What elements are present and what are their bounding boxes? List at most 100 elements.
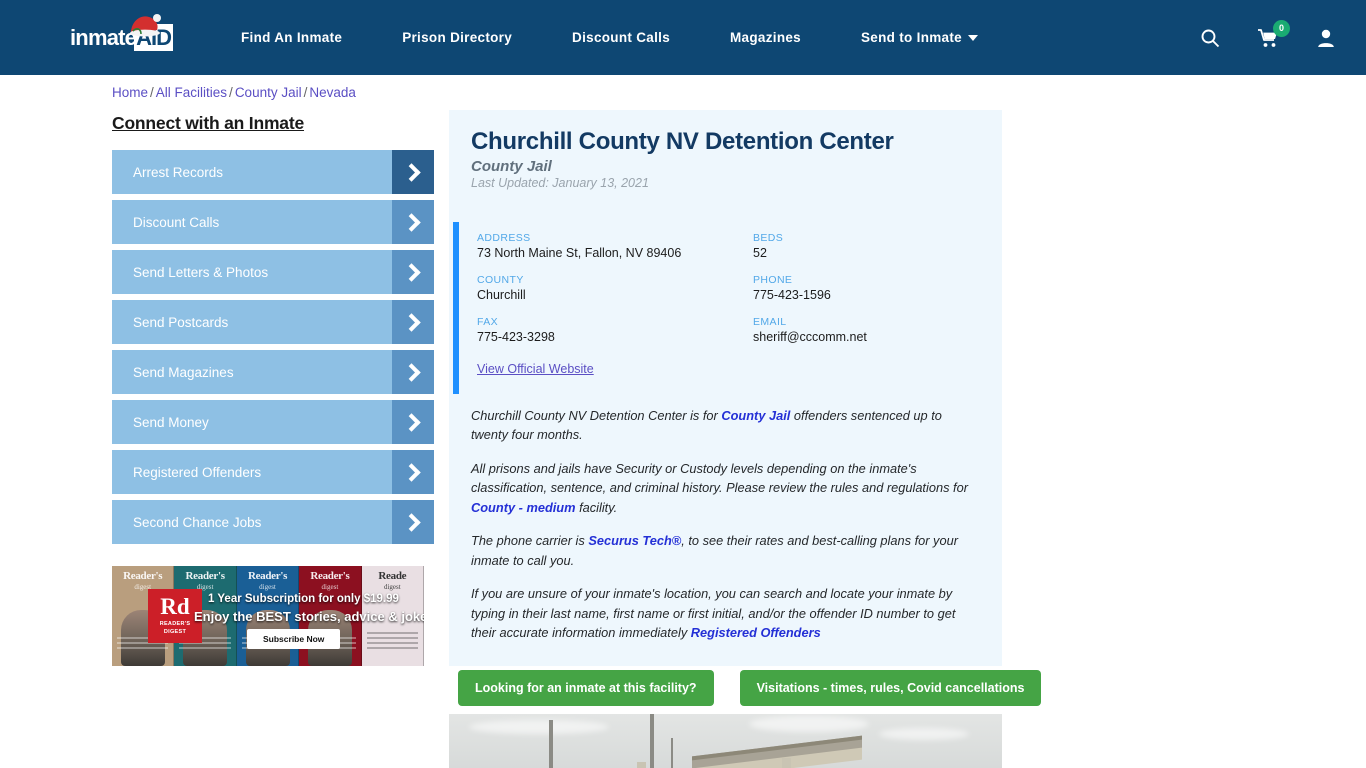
ad-cover-title: Reader's [185, 570, 225, 582]
breadcrumb-item-county-jail[interactable]: County Jail [235, 85, 302, 100]
chevron-right-icon [392, 500, 434, 544]
top-navbar: inmateAID Find An Inmate Prison Director… [0, 0, 1366, 75]
info-label: PHONE [753, 274, 793, 286]
sidebar-item-discount-calls[interactable]: Discount Calls [112, 200, 434, 244]
sidebar-heading: Connect with an Inmate [112, 113, 305, 133]
info-label: COUNTY [477, 274, 524, 286]
ad-cover-title: Reader's [247, 570, 288, 582]
sidebar-item-registered-offenders[interactable]: Registered Offenders [112, 450, 434, 494]
nav-item-send-to-inmate-label: Send to Inmate [861, 30, 962, 45]
description-text: The phone carrier is [471, 533, 589, 549]
ad-cover-title: Reader's [310, 570, 350, 582]
link-county-medium[interactable]: County - medium [471, 500, 576, 515]
facility-description: Churchill County NV Detention Center is … [449, 392, 1002, 652]
sidebar-item-second-chance-jobs[interactable]: Second Chance Jobs [112, 500, 434, 544]
chevron-down-icon [967, 35, 978, 42]
chevron-right-icon [392, 300, 434, 344]
cart-count-badge: 0 [1273, 19, 1290, 37]
info-label: BEDS [753, 232, 784, 244]
visitations-button[interactable]: Visitations - times, rules, Covid cancel… [739, 670, 1042, 706]
cart-icon[interactable]: 0 [1256, 19, 1290, 50]
info-label: EMAIL [753, 316, 787, 328]
logo-text: inmateAID [70, 23, 173, 51]
chevron-right-icon [392, 450, 434, 494]
cta-button-row: Looking for an inmate at this facility? … [458, 670, 1042, 706]
page-title: Churchill County NV Detention Center [471, 128, 894, 155]
nav-item-prison-directory[interactable]: Prison Directory [402, 30, 512, 45]
facility-type: County Jail [471, 158, 552, 175]
info-value: 775-423-3298 [477, 330, 555, 344]
ad-subheadline: Enjoy the BEST stories, advice & jokes! [194, 609, 424, 624]
sidebar-item-arrest-records[interactable]: Arrest Records [112, 150, 434, 194]
description-paragraph-1: Churchill County NV Detention Center is … [471, 406, 982, 445]
site-logo[interactable]: inmateAID [70, 13, 185, 58]
info-field-address: ADDRESS 73 North Maine St, Fallon, NV 89… [477, 232, 753, 260]
chevron-right-icon [392, 350, 434, 394]
sidebar-item-label: Send Postcards [133, 314, 229, 330]
chevron-right-icon [392, 250, 434, 294]
description-text: All prisons and jails have Security or C… [471, 460, 968, 496]
facility-panel: Churchill County NV Detention Center Cou… [449, 110, 1002, 667]
description-paragraph-4: If you are unsure of your inmate's locat… [471, 584, 982, 642]
ad-cover-title: Reader's [123, 570, 163, 582]
info-accent-bar [453, 222, 459, 394]
view-official-website-link[interactable]: View Official Website [477, 362, 594, 376]
sidebar-item-label: Arrest Records [133, 164, 224, 180]
ad-cover-title: Reade [378, 570, 407, 582]
description-paragraph-2: All prisons and jails have Security or C… [471, 459, 982, 517]
last-updated-text: Last Updated: January 13, 2021 [471, 176, 649, 190]
chevron-right-icon [392, 400, 434, 444]
info-field-beds: BEDS 52 [753, 232, 1002, 260]
ad-cover-subtitle: digest [321, 583, 339, 591]
breadcrumb-separator: / [229, 85, 233, 100]
nav-icon-group: 0 [1198, 19, 1338, 50]
breadcrumb: Home / All Facilities / County Jail / Nevada [112, 85, 356, 100]
info-value: 73 North Maine St, Fallon, NV 89406 [477, 246, 682, 260]
info-field-fax: FAX 775-423-3298 [477, 316, 753, 344]
chevron-right-icon [392, 200, 434, 244]
sidebar-item-send-letters-photos[interactable]: Send Letters & Photos [112, 250, 434, 294]
ad-logo-mark: Rd [160, 594, 190, 620]
info-field-phone: PHONE 775-423-1596 [753, 274, 1002, 302]
breadcrumb-separator: / [150, 85, 154, 100]
sidebar-item-label: Second Chance Jobs [133, 514, 262, 530]
link-registered-offenders[interactable]: Registered Offenders [691, 625, 821, 640]
info-value: 52 [753, 246, 767, 260]
user-icon[interactable] [1314, 26, 1338, 50]
sidebar-item-send-magazines[interactable]: Send Magazines [112, 350, 434, 394]
description-text: facility. [575, 499, 618, 515]
description-paragraph-3: The phone carrier is Securus Tech®, to s… [471, 531, 982, 570]
nav-item-send-to-inmate[interactable]: Send to Inmate [861, 30, 978, 45]
link-county-jail[interactable]: County Jail [721, 408, 790, 423]
ad-cover-subtitle: digest [383, 583, 401, 591]
chevron-right-icon [392, 150, 434, 194]
sidebar-item-label: Send Magazines [133, 364, 234, 380]
sidebar-item-send-money[interactable]: Send Money [112, 400, 434, 444]
sidebar-item-label: Registered Offenders [133, 464, 262, 480]
info-value: sheriff@cccomm.net [753, 330, 867, 344]
ad-subscribe-button[interactable]: Subscribe Now [247, 629, 341, 649]
info-field-email: EMAIL sheriff@cccomm.net [753, 316, 1002, 344]
sidebar-item-send-postcards[interactable]: Send Postcards [112, 300, 434, 344]
description-text: Churchill County NV Detention Center is … [471, 408, 722, 423]
nav-item-magazines[interactable]: Magazines [730, 30, 801, 45]
info-label: FAX [477, 316, 499, 328]
nav-item-discount-calls[interactable]: Discount Calls [572, 30, 670, 45]
breadcrumb-item-home[interactable]: Home [112, 85, 148, 100]
sidebar: Connect with an Inmate Arrest Records Di… [112, 113, 434, 550]
breadcrumb-item-all-facilities[interactable]: All Facilities [156, 85, 227, 100]
advertisement-banner[interactable]: Reader's digest Reader's digest Reader's… [112, 566, 424, 666]
breadcrumb-item-nevada[interactable]: Nevada [309, 85, 356, 100]
find-inmate-button[interactable]: Looking for an inmate at this facility? [458, 670, 714, 706]
info-label: ADDRESS [477, 232, 531, 244]
sidebar-item-label: Discount Calls [133, 214, 220, 230]
link-securus-tech[interactable]: Securus Tech® [588, 533, 681, 548]
ad-headline: 1 Year Subscription for only $19.99 [208, 593, 399, 605]
search-icon[interactable] [1198, 26, 1222, 50]
primary-nav: Find An Inmate Prison Directory Discount… [241, 30, 1140, 45]
logo-secondary-text: AID [134, 23, 173, 51]
facility-info-block: ADDRESS 73 North Maine St, Fallon, NV 89… [449, 222, 1002, 394]
sidebar-item-label: Send Money [133, 414, 209, 430]
nav-item-find-an-inmate[interactable]: Find An Inmate [241, 30, 342, 45]
info-field-county: COUNTY Churchill [477, 274, 753, 302]
